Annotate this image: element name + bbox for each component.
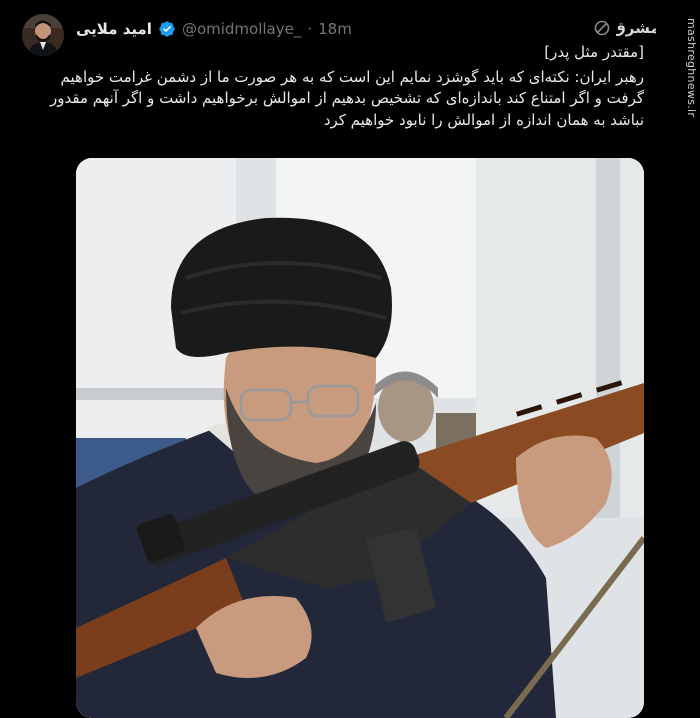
tweet-time[interactable]: 18m xyxy=(318,20,352,38)
tweet-text: [مقتدر مثل پدر] رهبر ایران: نکته‌ای که ب… xyxy=(44,42,644,131)
photo-image xyxy=(76,158,644,718)
tweet-photo[interactable] xyxy=(76,158,644,718)
tweet: امید ملایی @omidmollaye_ · 18m مشرق mash… xyxy=(0,0,700,718)
tweet-text-title: [مقتدر مثل پدر] xyxy=(544,43,644,61)
mashregh-logo-icon: مشرق xyxy=(612,14,659,40)
watermark-url: mashreghnews.ir xyxy=(685,18,698,118)
author-handle[interactable]: @omidmollaye_ xyxy=(182,20,301,38)
author-name[interactable]: امید ملایی xyxy=(76,20,152,38)
svg-text:مشرق: مشرق xyxy=(616,19,656,37)
no-edit-icon xyxy=(594,20,610,36)
tweet-header: امید ملایی @omidmollaye_ · 18m xyxy=(76,20,352,38)
verified-badge-icon xyxy=(158,20,176,38)
separator-dot: · xyxy=(307,20,313,38)
tweet-text-body: رهبر ایران: نکته‌ای که باید گوشزد نمایم … xyxy=(50,67,644,129)
